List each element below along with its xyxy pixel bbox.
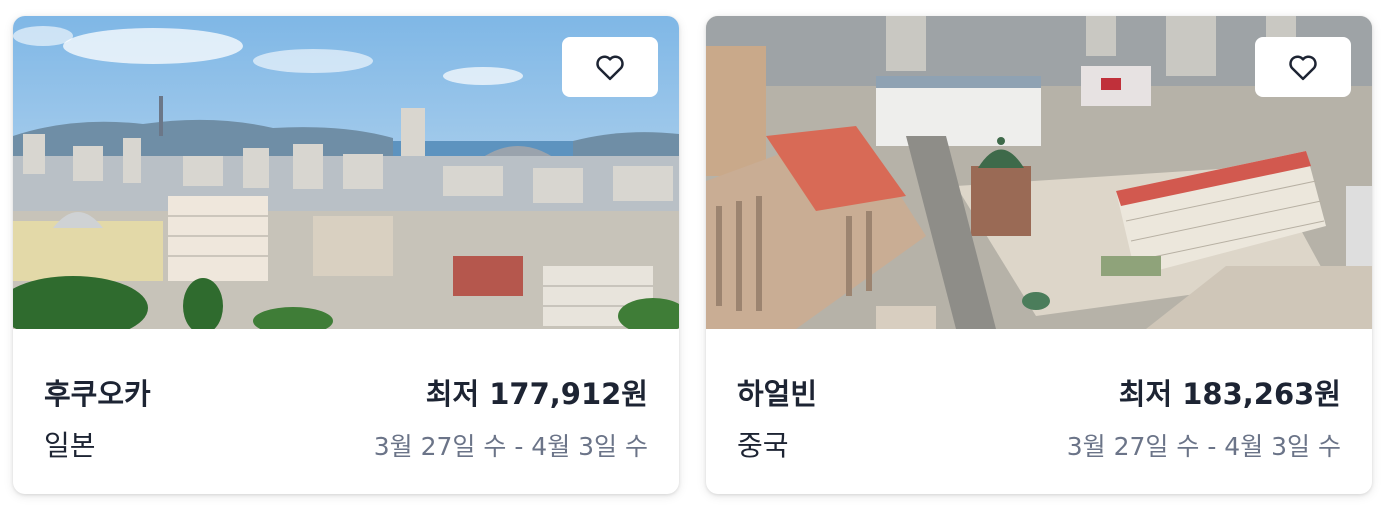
- country-name: 일본: [44, 429, 96, 462]
- favorite-button[interactable]: [562, 37, 658, 97]
- heart-icon: [1289, 55, 1317, 81]
- favorite-button[interactable]: [1255, 37, 1351, 97]
- city-name: 후쿠오카: [44, 377, 151, 411]
- heart-icon: [596, 55, 624, 81]
- lowest-price: 최저 177,912원: [425, 377, 648, 411]
- country-name: 중국: [737, 429, 789, 462]
- travel-dates: 3월 27일 수 - 4월 3일 수: [1066, 432, 1341, 461]
- city-name: 하얼빈: [737, 377, 818, 411]
- card-info: 하얼빈 최저 183,263원 중국 3월 27일 수 - 4월 3일 수: [706, 329, 1372, 494]
- destination-card-fukuoka[interactable]: 후쿠오카 최저 177,912원 일본 3월 27일 수 - 4월 3일 수: [13, 16, 679, 494]
- travel-dates: 3월 27일 수 - 4월 3일 수: [373, 432, 648, 461]
- lowest-price: 최저 183,263원: [1118, 377, 1341, 411]
- destination-card-harbin[interactable]: 하얼빈 최저 183,263원 중국 3월 27일 수 - 4월 3일 수: [706, 16, 1372, 494]
- card-info: 후쿠오카 최저 177,912원 일본 3월 27일 수 - 4월 3일 수: [13, 329, 679, 494]
